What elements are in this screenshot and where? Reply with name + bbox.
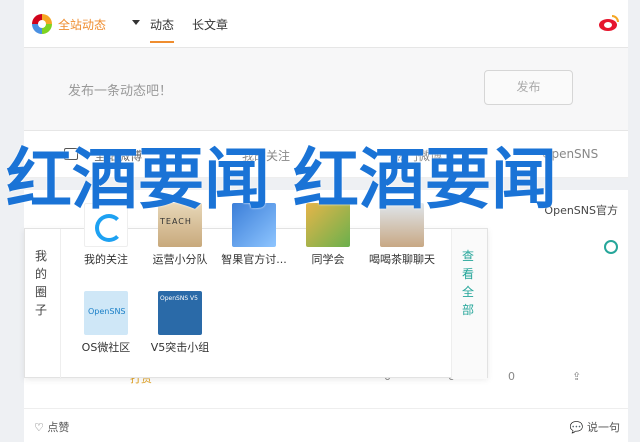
- label-char: 全: [462, 285, 475, 299]
- like-label: 点赞: [47, 421, 70, 434]
- publish-button[interactable]: 发布: [484, 70, 573, 105]
- circle-label: 喝喝茶聊聊天: [369, 253, 435, 266]
- my-circles-popup: 我 的 圈 子 我的关注 运营小分队 智果官方讨... 同学会 喝喝茶聊聊天 O…: [24, 203, 488, 379]
- my-circles-label: 我 的 圈 子: [35, 247, 49, 319]
- circle-item[interactable]: OS微社区: [71, 291, 141, 355]
- brand-logo-icon: [32, 14, 52, 34]
- circle-label: 智果官方讨...: [221, 253, 287, 266]
- circle-thumb: [158, 291, 202, 335]
- comment-label: 说一句: [587, 421, 620, 434]
- popup-left-rail: 我 的 圈 子: [25, 229, 61, 379]
- label-char: 部: [462, 303, 475, 317]
- label-char: 我: [35, 249, 48, 263]
- brand-label[interactable]: 全站动态: [58, 16, 106, 33]
- circle-label: 运营小分队: [152, 253, 208, 266]
- top-nav: 全站动态 动态 长文章: [24, 0, 628, 48]
- circle-thumb: [84, 291, 128, 335]
- circle-label: 同学会: [311, 253, 345, 266]
- repost-count[interactable]: 0: [508, 370, 515, 383]
- view-all-rail[interactable]: 查 看 全 部: [451, 229, 487, 379]
- chevron-down-icon[interactable]: [132, 20, 140, 25]
- label-char: 圈: [35, 285, 48, 299]
- weibo-icon[interactable]: [598, 12, 620, 34]
- tab-articles[interactable]: 长文章: [192, 16, 228, 33]
- label-char: 查: [462, 249, 475, 263]
- circle-label: 我的关注: [84, 253, 128, 266]
- overlay-title: 红酒要闻 红酒要闻: [6, 141, 557, 218]
- search-icon[interactable]: [604, 240, 618, 254]
- label-char: 子: [35, 303, 48, 317]
- tab-dynamics[interactable]: 动态: [150, 16, 175, 43]
- publish-input[interactable]: 发布一条动态吧！: [68, 80, 172, 99]
- publish-box: 发布一条动态吧！ 发布: [24, 48, 628, 130]
- comment-button[interactable]: 💬 说一句: [570, 419, 620, 435]
- label-char: 看: [462, 267, 475, 281]
- circle-item[interactable]: V5突击小组: [145, 291, 215, 355]
- circle-label: V5突击小组: [150, 341, 210, 354]
- label-char: 的: [35, 267, 48, 281]
- share-icon[interactable]: ⇪: [572, 370, 581, 383]
- feed-bottom-bar: ♡ 点赞 💬 说一句: [24, 408, 628, 442]
- view-all-label[interactable]: 查 看 全 部: [462, 247, 476, 319]
- circle-label: OS微社区: [81, 341, 131, 354]
- like-button[interactable]: ♡ 点赞: [34, 419, 69, 435]
